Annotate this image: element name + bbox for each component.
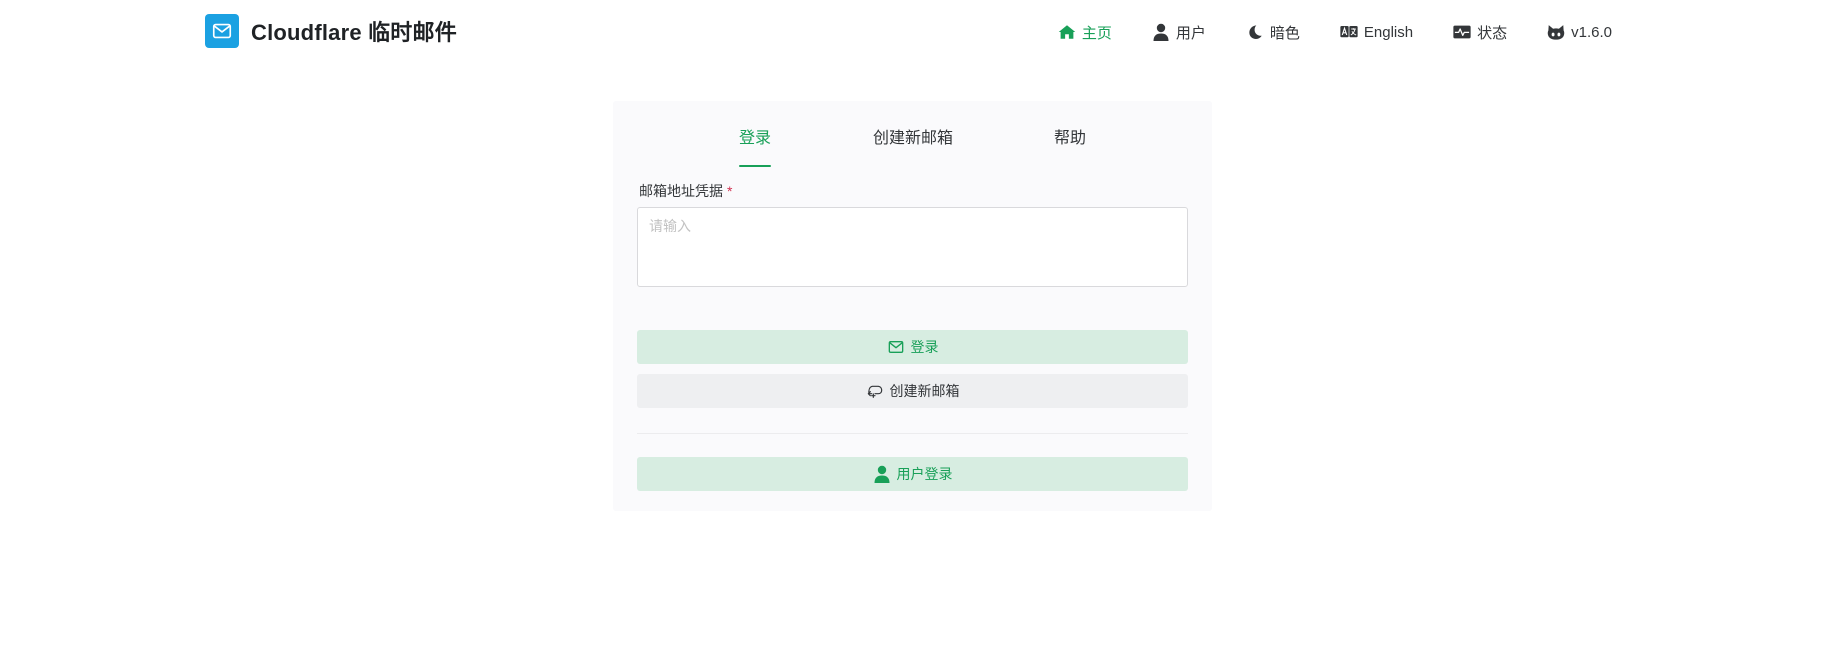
nav-item-user[interactable]: 用户 bbox=[1152, 22, 1206, 43]
nav-item-label: English bbox=[1363, 23, 1414, 41]
tab-label: 帮助 bbox=[1054, 130, 1087, 147]
status-icon bbox=[1453, 23, 1471, 41]
tab-login[interactable]: 登录 bbox=[739, 129, 772, 167]
user-icon bbox=[1152, 23, 1170, 41]
tab-create-mailbox[interactable]: 创建新邮箱 bbox=[873, 129, 953, 167]
user-login-button-label: 用户登录 bbox=[896, 466, 953, 482]
nav-item-language[interactable]: English bbox=[1340, 23, 1413, 41]
nav-item-label: 用户 bbox=[1175, 24, 1206, 42]
tab-label: 登录 bbox=[739, 130, 772, 147]
credential-label-text: 邮箱地址凭据 bbox=[639, 183, 723, 199]
home-icon bbox=[1058, 23, 1076, 41]
nav-item-github[interactable]: v1.6.0 bbox=[1547, 23, 1612, 41]
translate-icon bbox=[1340, 23, 1358, 41]
user-icon bbox=[873, 465, 891, 483]
login-card: 登录 创建新邮箱 帮助 邮箱地址凭据* 登录 创建新邮箱 bbox=[613, 101, 1212, 511]
nav-item-label: 暗色 bbox=[1269, 24, 1300, 42]
nav-item-dark-mode[interactable]: 暗色 bbox=[1246, 22, 1300, 43]
mail-icon bbox=[887, 338, 905, 356]
create-mailbox-button-label: 创建新邮箱 bbox=[889, 383, 960, 399]
nav-item-label: 主页 bbox=[1081, 24, 1112, 42]
brand-title: Cloudflare 临时邮件 bbox=[251, 20, 457, 45]
required-mark: * bbox=[727, 183, 733, 199]
tab-active-indicator bbox=[739, 165, 772, 167]
user-login-button[interactable]: 用户登录 bbox=[637, 457, 1188, 491]
nav-item-status[interactable]: 状态 bbox=[1453, 22, 1507, 43]
login-tabs: 登录 创建新邮箱 帮助 bbox=[613, 129, 1212, 167]
tab-label: 创建新邮箱 bbox=[873, 130, 954, 147]
tab-help[interactable]: 帮助 bbox=[1054, 129, 1086, 167]
github-icon bbox=[1547, 23, 1565, 41]
login-button-label: 登录 bbox=[910, 339, 939, 355]
divider bbox=[637, 433, 1188, 434]
brand[interactable]: Cloudflare 临时邮件 bbox=[205, 14, 457, 48]
top-nav: 主页 用户 暗色 English 状态 v1.6.0 bbox=[1058, 18, 1612, 46]
nav-item-label: v1.6.0 bbox=[1571, 23, 1612, 41]
nav-item-home[interactable]: 主页 bbox=[1058, 22, 1112, 43]
moon-icon bbox=[1246, 23, 1264, 41]
mail-icon bbox=[205, 14, 239, 48]
create-mailbox-button[interactable]: 创建新邮箱 bbox=[637, 374, 1188, 408]
credential-label: 邮箱地址凭据 * bbox=[639, 181, 732, 201]
create-mailbox-icon bbox=[866, 382, 884, 400]
nav-item-label: 状态 bbox=[1477, 24, 1508, 42]
credential-input[interactable] bbox=[637, 207, 1188, 287]
login-button[interactable]: 登录 bbox=[637, 330, 1188, 364]
top-header: Cloudflare 临时邮件 主页 用户 暗色 English 状态 v1.6… bbox=[0, 0, 1848, 64]
